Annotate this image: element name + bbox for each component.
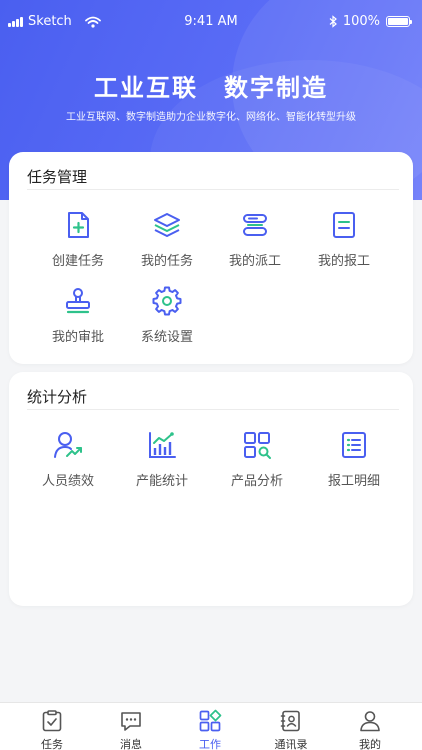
layers-icon [154,213,180,237]
item-label: 我的派工 [228,254,281,269]
create-task-button[interactable]: 创建任务 [33,210,123,269]
tab-messages[interactable]: 消息 [91,707,171,750]
capacity-stats-button[interactable]: 产能统计 [117,430,207,489]
bottom-tab-bar: 任务 消息 工作 通讯录 我的 [0,702,422,750]
grid-search-icon [244,432,271,459]
item-label: 人员绩效 [41,474,94,489]
tab-label: 工作 [199,738,221,750]
item-label: 系统设置 [140,330,193,345]
tab-label: 我的 [359,738,381,750]
stamp-icon [66,288,90,314]
list-detail-icon [342,432,366,458]
clipboard-check-icon [42,710,62,732]
hero-subtitle: 工业互联网、数字制造助力企业数字化、网络化、智能化转型升级 [66,112,356,123]
tab-label: 通讯录 [274,738,308,750]
item-label: 报工明细 [327,474,380,489]
tab-label: 消息 [120,738,142,750]
bluetooth-icon [329,15,337,28]
statistics-card: 统计分析 人员绩效 产能统计 产品分析 报工明细 [9,372,413,606]
chat-icon [121,712,141,731]
my-approval-button[interactable]: 我的审批 [33,286,123,345]
item-label: 创建任务 [51,254,104,269]
add-document-icon [68,212,89,238]
divider [27,189,399,190]
item-label: 我的报工 [317,254,370,269]
section-title: 统计分析 [27,388,88,406]
tab-me[interactable]: 我的 [330,707,410,750]
item-label: 产能统计 [135,474,188,489]
divider [27,409,399,410]
tab-tasks[interactable]: 任务 [12,707,92,750]
apps-icon [199,709,222,732]
person-icon [360,711,380,732]
item-label: 我的任务 [140,254,193,269]
my-dispatch-button[interactable]: 我的派工 [210,210,300,269]
my-tasks-button[interactable]: 我的任务 [122,210,212,269]
item-label: 产品分析 [230,474,283,489]
product-analysis-button[interactable]: 产品分析 [212,430,302,489]
task-management-card: 任务管理 创建任务 我的任务 我的派工 我的报工 我的审批 系统设置 [9,152,413,364]
contacts-icon [280,710,300,732]
gear-icon [152,286,182,316]
status-bar: Sketch 9:41 AM 100% [0,0,422,42]
report-details-button[interactable]: 报工明细 [309,430,399,489]
tab-work[interactable]: 工作 [170,707,250,750]
my-report-button[interactable]: 我的报工 [299,210,389,269]
dispatch-icon [243,214,267,236]
section-title: 任务管理 [27,168,88,186]
tab-contacts[interactable]: 通讯录 [251,707,331,750]
report-document-icon [333,212,355,238]
hero-title: 工业互联 数字制造 [94,74,328,102]
battery-percent: 100% [342,14,380,29]
bar-chart-icon [149,432,176,458]
user-trend-icon [54,432,82,458]
item-label: 我的审批 [51,330,104,345]
staff-performance-button[interactable]: 人员绩效 [23,430,113,489]
battery-icon [386,16,412,27]
system-settings-button[interactable]: 系统设置 [122,286,212,345]
tab-label: 任务 [41,738,63,750]
